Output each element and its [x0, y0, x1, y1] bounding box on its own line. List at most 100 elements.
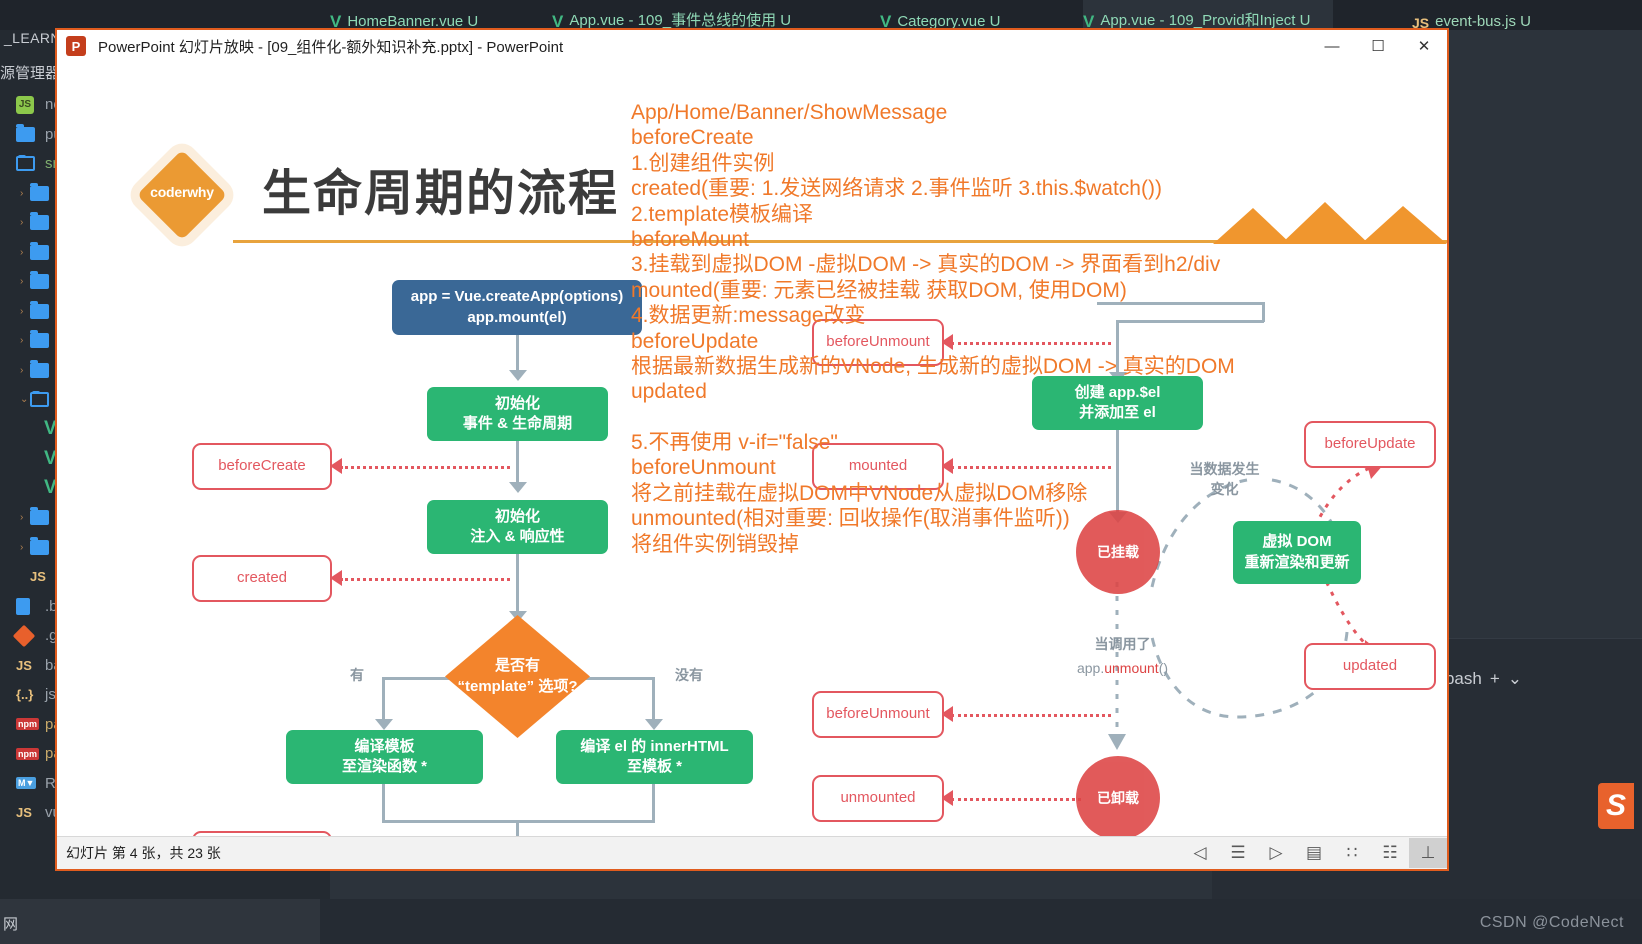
hook-edge-beforeunmount — [951, 714, 1111, 717]
notes-button[interactable]: ☰ — [1219, 838, 1257, 868]
node-compile-template-line1: 编译模板 — [354, 737, 415, 755]
edge-label-data-change: 当数据发生 变化 — [1177, 460, 1272, 499]
logo-label: coderwhy — [150, 184, 214, 200]
minimize-button[interactable]: — — [1309, 30, 1355, 62]
edge-from-left-to-right-col — [1116, 320, 1264, 323]
js-icon: JS — [16, 805, 32, 820]
node-init-inject-line1: 初始化 — [494, 507, 540, 525]
chevron-icon[interactable]: › — [20, 365, 29, 376]
chevron-icon[interactable]: › — [20, 247, 29, 258]
node-vdom-rerender: 虚拟 DOM 重新渲染和更新 — [1233, 521, 1361, 584]
js-icon: JS — [30, 569, 46, 584]
arrow-down-icon — [645, 719, 663, 730]
folder-icon — [30, 271, 52, 291]
status-bar-buttons: ◁ ☰ ▷ ▤ ∷ ☷ ⊥ — [1181, 838, 1447, 868]
folder-open-icon — [30, 391, 52, 409]
chevron-icon[interactable]: › — [20, 542, 29, 553]
json-icon: {..} — [16, 687, 34, 702]
edge-label-unmount-call: 当调用了 app.unmount() — [1065, 635, 1180, 678]
chevron-icon[interactable]: › — [20, 276, 29, 287]
hook-updated: updated — [1304, 643, 1436, 690]
slide-viewport: coderwhy 生命周期的流程 app = Vue.createApp(opt… — [57, 62, 1447, 837]
npm-icon: npm — [16, 718, 39, 730]
edge-label-unmount-line1: 当调用了 — [1094, 636, 1151, 652]
node-compile-innerhtml: 编译 el 的 innerHTML 至模板 * — [556, 730, 753, 784]
chevron-icon[interactable]: › — [20, 188, 29, 199]
hook-beforeunmount-top: beforeUnmount — [812, 319, 944, 366]
node-decision-line1: 是否有 — [494, 657, 540, 675]
chevron-icon[interactable]: › — [20, 335, 29, 346]
edge-label-data-change-line2: 变化 — [1210, 480, 1239, 497]
taskbar-label: 网 — [3, 916, 19, 933]
slide-canvas: coderwhy 生命周期的流程 app = Vue.createApp(opt… — [57, 62, 1447, 837]
hook-edge-mounted — [951, 466, 1111, 469]
sublime-icon: S — [1598, 783, 1634, 829]
edge-decision-no-down — [652, 677, 655, 722]
ink-line-6: 3.挂载到虚拟DOM -虚拟DOM -> 真实的DOM -> 界面看到h2/di… — [631, 253, 1221, 277]
close-button[interactable]: ✕ — [1401, 30, 1447, 62]
explorer-item-21[interactable]: npm pa — [6, 710, 62, 739]
window-title-text: PowerPoint 幻灯片放映 - [09_组件化-额外知识补充.pptx] … — [98, 38, 564, 56]
edge-label-no: 没有 — [675, 667, 703, 683]
powerpoint-icon: P — [66, 36, 86, 56]
node-init-events: 初始化 事件 & 生命周期 — [427, 387, 608, 441]
folder-icon — [30, 536, 52, 556]
node-create-el-line2: 并添加至 el — [1079, 404, 1156, 421]
explorer-item-1[interactable]: pu — [6, 120, 62, 149]
chevron-icon[interactable]: › — [20, 217, 29, 228]
reading-view-button[interactable]: ☷ — [1371, 838, 1409, 868]
browser-tab-strip — [0, 0, 1642, 30]
chevron-down-icon[interactable]: ⌄ — [1508, 669, 1522, 689]
ink-line-4: 2.template模板编译 — [631, 202, 814, 226]
node-mounted-state: 已挂载 — [1076, 510, 1160, 594]
unmount-parens: () — [1158, 659, 1169, 676]
ink-line-3: created(重要: 1.发送网络请求 2.事件监听 3.this.$watc… — [631, 177, 1162, 201]
maximize-button[interactable]: ☐ — [1355, 30, 1401, 62]
window-title-bar[interactable]: P PowerPoint 幻灯片放映 - [09_组件化-额外知识补充.pptx… — [57, 30, 1447, 62]
powerpoint-status-bar: 幻灯片 第 4 张，共 23 张 ◁ ☰ ▷ ▤ ∷ ☷ ⊥ — [57, 836, 1447, 869]
mountain-decoration — [1213, 202, 1447, 244]
ink-line-0: App/Home/Banner/ShowMessage — [631, 101, 948, 124]
hook-edge-beforecreate — [340, 466, 510, 469]
explorer-item-19[interactable]: JS ba — [6, 651, 62, 680]
explorer-title-label: 源管理器 — [0, 65, 61, 82]
slide-show-button[interactable]: ⊥ — [1409, 838, 1447, 868]
plus-icon[interactable]: + — [1490, 669, 1500, 689]
chevron-icon[interactable]: › — [20, 512, 29, 523]
next-slide-button[interactable]: ▷ — [1257, 838, 1295, 868]
node-decision-line2: “template” 选项? — [457, 677, 578, 695]
browser-tab-label: App.vue - 109_事件总线的使用 U — [569, 12, 792, 29]
unmount-prefix: app. — [1076, 659, 1105, 676]
previous-slide-button[interactable]: ◁ — [1181, 838, 1219, 868]
chevron-icon[interactable]: › — [20, 306, 29, 317]
edge-col-riser — [1262, 302, 1265, 322]
node-vdom-line2: 重新渲染和更新 — [1244, 553, 1350, 571]
edge-col-top — [1097, 302, 1264, 305]
folder-icon — [30, 241, 52, 261]
chevron-icon[interactable]: ⌄ — [20, 394, 29, 405]
explorer-item-22[interactable]: npm pa — [6, 739, 62, 768]
explorer-root-label: _LEARN — [4, 30, 61, 46]
hook-beforeunmount: beforeUnmount — [812, 691, 944, 738]
node-icon: JS — [16, 95, 38, 114]
node-create-app-line2: app.mount(el) — [467, 308, 567, 326]
explorer-item-24[interactable]: JS vu — [6, 798, 61, 827]
normal-view-button[interactable]: ▤ — [1295, 838, 1333, 868]
taskbar-left-region — [0, 899, 320, 944]
npm-icon: npm — [16, 747, 39, 760]
markdown-icon: M▼ — [16, 777, 37, 789]
folder-open-icon — [16, 155, 38, 173]
unmount-method: unmount — [1104, 659, 1159, 676]
edge-compile-right-down — [652, 784, 655, 822]
terminal-shell-label: bash — [1444, 669, 1482, 688]
node-unmounted-state: 已卸载 — [1076, 756, 1160, 837]
hook-beforecreate: beforeCreate — [192, 443, 332, 490]
slide-sorter-button[interactable]: ∷ — [1333, 838, 1371, 868]
hook-edge-created — [340, 578, 510, 581]
folder-icon — [30, 330, 52, 350]
explorer-item-0[interactable]: JS no — [6, 90, 62, 119]
edge-label-unmount-line2: app.unmount() — [1065, 659, 1180, 679]
folder-icon — [30, 212, 52, 232]
file-icon — [16, 597, 38, 615]
explorer-item-18[interactable]: .gi — [6, 621, 61, 650]
